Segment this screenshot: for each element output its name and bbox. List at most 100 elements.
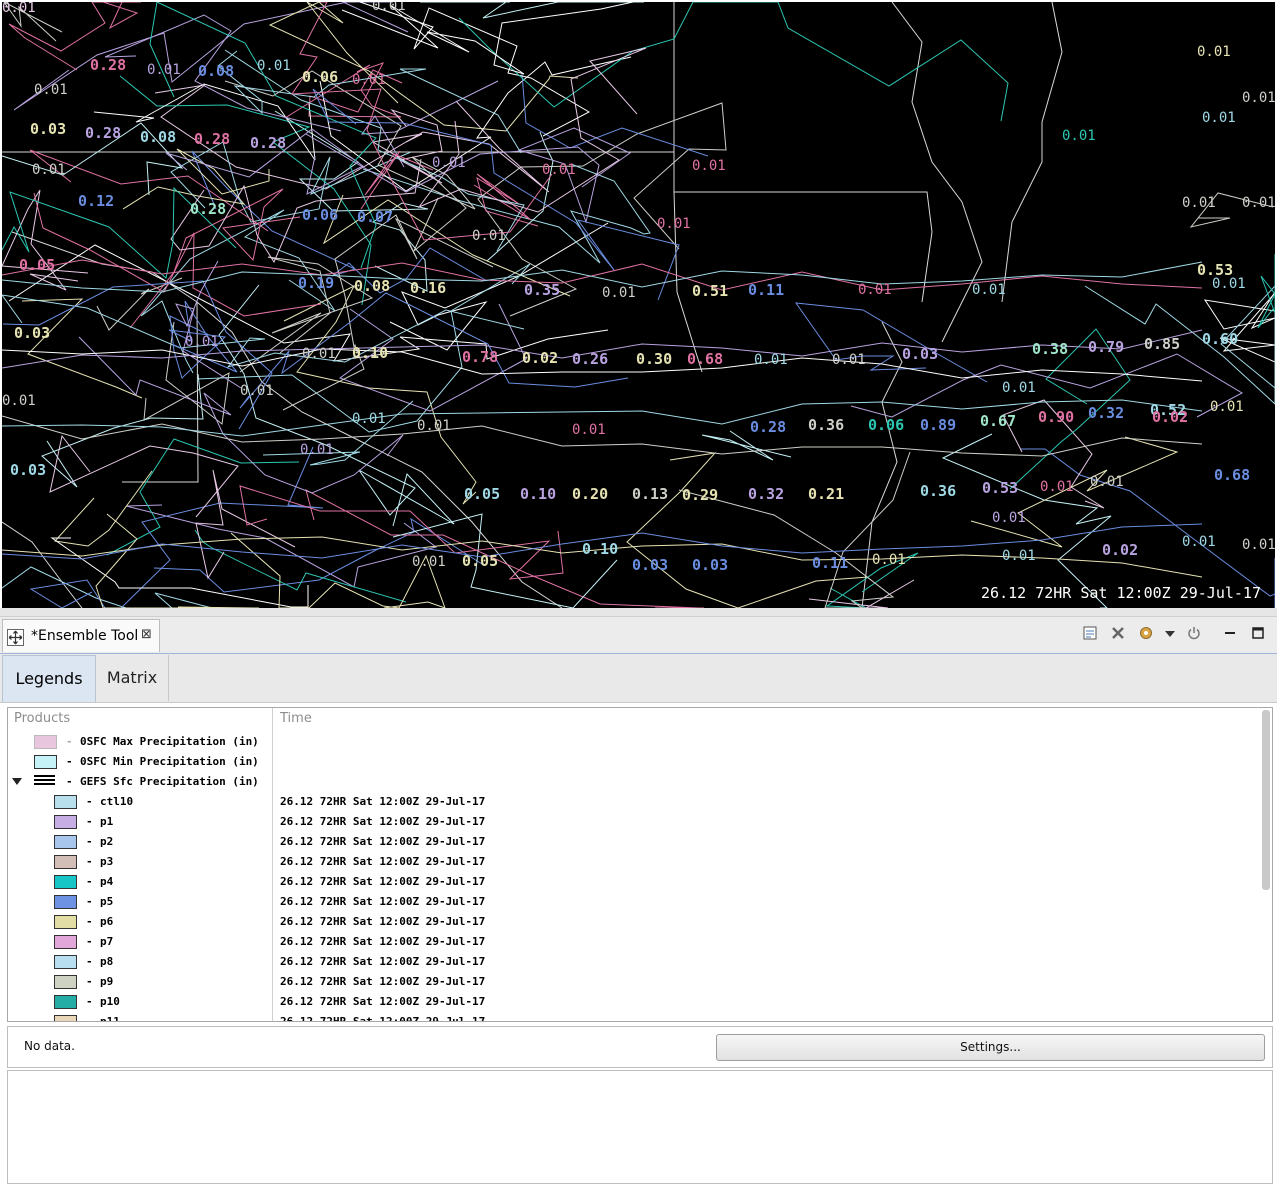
contour-value-label: 0.20 <box>572 485 608 503</box>
dropdown-arrow-icon[interactable] <box>1162 625 1178 641</box>
tree-row[interactable]: - p5 26.12 72HR Sat 12:00Z 29-Jul-17 <box>8 892 1258 912</box>
tree-row[interactable]: -0SFC Max Precipitation (in) <box>8 732 1258 752</box>
contour-value-label: 0.68 <box>1214 466 1250 484</box>
contour-line <box>50 537 309 608</box>
contour-line <box>473 173 539 227</box>
product-time: 26.12 72HR Sat 12:00Z 29-Jul-17 <box>280 955 486 968</box>
legend-swatch[interactable] <box>34 735 57 749</box>
contour-value-label: 0.08 <box>140 128 176 146</box>
product-name: p8 <box>100 955 114 968</box>
product-time: 26.12 72HR Sat 12:00Z 29-Jul-17 <box>280 895 486 908</box>
product-name: p2 <box>100 835 114 848</box>
tree-row[interactable]: - GEFS Sfc Precipitation (in) <box>8 772 1258 792</box>
contour-value-label: 0.38 <box>1032 340 1068 358</box>
contour-line <box>941 433 1112 608</box>
legend-swatch[interactable] <box>54 995 77 1009</box>
tree-row[interactable]: - p9 26.12 72HR Sat 12:00Z 29-Jul-17 <box>8 972 1258 992</box>
contour-value-label: 0.16 <box>410 279 446 297</box>
state-boundary <box>1001 2 1063 303</box>
legend-swatch[interactable] <box>54 835 77 849</box>
tree-row[interactable]: - p11 26.12 72HR Sat 12:00Z 29-Jul-17 <box>8 1012 1258 1022</box>
contour-value-label: 0.03 <box>14 324 50 342</box>
contour-value-label: 0.01 <box>1242 90 1275 106</box>
line-style-dash: - <box>66 775 73 788</box>
contour-value-label: 0.01 <box>372 2 406 14</box>
tab-legends[interactable]: Legends <box>2 655 96 702</box>
line-style-dash: - <box>86 815 93 828</box>
legend-swatch[interactable] <box>54 895 77 909</box>
settings-button[interactable]: Settings... <box>716 1034 1265 1061</box>
contour-value-label: 0.78 <box>462 348 498 366</box>
tree-row[interactable]: -0SFC Min Precipitation (in) <box>8 752 1258 772</box>
open-icon[interactable] <box>1082 625 1098 641</box>
contour-value-label: 0.01 <box>257 58 291 74</box>
legend-swatch[interactable] <box>54 815 77 829</box>
tree-row[interactable]: - p7 26.12 72HR Sat 12:00Z 29-Jul-17 <box>8 932 1258 952</box>
product-time: 26.12 72HR Sat 12:00Z 29-Jul-17 <box>280 995 486 1008</box>
expand-toggle-icon[interactable] <box>12 778 22 785</box>
map-display[interactable]: 0.01 0.28 0.01 0.08 0.01 0.06 0.01 0.01 0.01 0.03… <box>2 2 1275 608</box>
contour-value-label: 0.01 <box>602 285 636 301</box>
tree-row[interactable]: - ctl10 26.12 72HR Sat 12:00Z 29-Jul-17 <box>8 792 1258 812</box>
legend-swatch[interactable] <box>54 955 77 969</box>
column-header-products[interactable]: Products <box>14 708 70 730</box>
contour-line <box>420 2 644 19</box>
contour-line <box>195 469 296 580</box>
legend-swatch[interactable] <box>54 795 77 809</box>
legend-swatch[interactable] <box>54 935 77 949</box>
contour-line <box>2 294 525 368</box>
legend-swatch[interactable] <box>34 775 55 787</box>
contour-value-label: 0.90 <box>1038 408 1074 426</box>
legend-swatch[interactable] <box>54 855 77 869</box>
tree-row[interactable]: - p8 26.12 72HR Sat 12:00Z 29-Jul-17 <box>8 952 1258 972</box>
legend-tree-table[interactable]: Products Time -0SFC Max Precipitation (i… <box>7 707 1273 1022</box>
legend-swatch[interactable] <box>34 755 57 769</box>
tree-row[interactable]: - p4 26.12 72HR Sat 12:00Z 29-Jul-17 <box>8 872 1258 892</box>
sash-divider[interactable] <box>0 608 1277 616</box>
legend-swatch[interactable] <box>54 1015 77 1021</box>
product-time: 26.12 72HR Sat 12:00Z 29-Jul-17 <box>280 1015 486 1022</box>
contour-line <box>262 400 414 466</box>
column-header-time[interactable]: Time <box>280 708 312 730</box>
contour-value-label: 0.01 <box>432 155 466 171</box>
tab-matrix[interactable]: Matrix <box>96 655 169 701</box>
power-icon[interactable] <box>1186 625 1202 641</box>
vertical-scrollbar[interactable] <box>1262 710 1270 890</box>
contour-value-label: 0.21 <box>808 485 844 503</box>
close-icon[interactable]: ⊠ <box>141 627 152 642</box>
settings-gear-icon[interactable] <box>1138 625 1154 641</box>
contour-value-label: 0.28 <box>90 56 126 74</box>
contour-value-label: 0.01 <box>1040 479 1074 495</box>
clear-icon[interactable] <box>1110 625 1126 641</box>
tree-row[interactable]: - p3 26.12 72HR Sat 12:00Z 29-Jul-17 <box>8 852 1258 872</box>
minimize-icon[interactable] <box>1222 625 1238 641</box>
tree-row[interactable]: - p6 26.12 72HR Sat 12:00Z 29-Jul-17 <box>8 912 1258 932</box>
legend-swatch[interactable] <box>54 875 77 889</box>
legend-swatch[interactable] <box>54 975 77 989</box>
line-style-dash: - <box>66 755 73 768</box>
state-boundary <box>2 521 83 608</box>
product-time: 26.12 72HR Sat 12:00Z 29-Jul-17 <box>280 815 486 828</box>
contour-value-label: 0.12 <box>78 192 114 210</box>
tree-row[interactable]: - p2 26.12 72HR Sat 12:00Z 29-Jul-17 <box>8 832 1258 852</box>
line-style-dash: - <box>86 975 93 988</box>
contour-value-label: 0.01 <box>147 62 181 78</box>
contour-value-label: 0.03 <box>30 120 66 138</box>
contour-value-label: 0.01 <box>1182 534 1216 550</box>
product-time: 26.12 72HR Sat 12:00Z 29-Jul-17 <box>280 795 486 808</box>
contour-value-label: 0.36 <box>808 416 844 434</box>
contour-line <box>125 504 438 588</box>
legend-swatch[interactable] <box>54 915 77 929</box>
contour-value-label: 0.03 <box>632 556 668 574</box>
tree-row[interactable]: - p10 26.12 72HR Sat 12:00Z 29-Jul-17 <box>8 992 1258 1012</box>
product-time: 26.12 72HR Sat 12:00Z 29-Jul-17 <box>280 935 486 948</box>
contour-line <box>808 579 915 608</box>
contour-value-label: 0.01 <box>1090 474 1124 490</box>
contour-value-label: 0.01 <box>352 72 386 88</box>
tree-row[interactable]: - p1 26.12 72HR Sat 12:00Z 29-Jul-17 <box>8 812 1258 832</box>
view-tab-ensemble-tool[interactable]: *Ensemble Tool ⊠ <box>2 619 160 652</box>
maximize-icon[interactable] <box>1250 625 1266 641</box>
contour-line <box>362 163 651 264</box>
contour-value-label: 0.03 <box>692 556 728 574</box>
map-canvas[interactable]: 0.01 0.28 0.01 0.08 0.01 0.06 0.01 0.01 0.01 0.03… <box>2 2 1275 608</box>
